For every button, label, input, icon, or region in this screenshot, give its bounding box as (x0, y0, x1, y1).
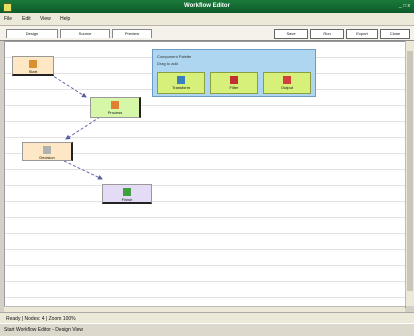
node-decision-label: Decision (39, 155, 55, 160)
tab-preview[interactable]: Preview (112, 29, 152, 38)
window-title: Workflow Editor (184, 3, 230, 9)
node-finish-label: Finish (121, 197, 133, 202)
close-button[interactable]: Close (380, 29, 410, 39)
node-process[interactable]: Process (90, 97, 141, 118)
window-controls[interactable]: _ □ x (399, 3, 410, 9)
palette-item-filter[interactable]: Filter (210, 72, 258, 94)
filter-icon (230, 76, 238, 84)
tab-design[interactable]: Design (6, 29, 58, 38)
node-decision[interactable]: Decision (22, 142, 73, 161)
node-start-label: Start (28, 69, 38, 74)
node-start[interactable]: Start (12, 56, 54, 76)
palette-item-label: Filter (229, 85, 239, 90)
tab-row: Design Source Preview Save Run Export Cl… (0, 26, 414, 41)
palette-item-label: Output (280, 85, 293, 90)
menu-edit[interactable]: Edit (22, 16, 31, 22)
taskbar: Start Workflow Editor - Design View (0, 323, 414, 336)
status-text: Ready | Nodes: 4 | Zoom 100% (6, 316, 76, 322)
decision-icon (43, 146, 51, 154)
taskbar-text[interactable]: Start Workflow Editor - Design View (4, 327, 83, 333)
export-button[interactable]: Export (346, 29, 378, 39)
finish-icon (123, 188, 131, 196)
window-titlebar: Workflow Editor _ □ x (0, 0, 414, 13)
transform-icon (177, 76, 185, 84)
palette-subtitle: Drag to add (157, 61, 178, 66)
palette-title: Component Palette (157, 54, 192, 59)
start-icon (29, 60, 37, 68)
run-button[interactable]: Run (310, 29, 344, 39)
node-finish[interactable]: Finish (102, 184, 152, 204)
menu-view[interactable]: View (40, 16, 51, 22)
node-process-label: Process (107, 110, 123, 115)
menu-bar: File Edit View Help (0, 13, 414, 26)
menu-file[interactable]: File (4, 16, 12, 22)
palette-item-output[interactable]: Output (263, 72, 311, 94)
vertical-scrollbar[interactable] (405, 41, 414, 306)
component-palette: Component Palette Drag to add Transform … (152, 49, 316, 97)
output-icon (283, 76, 291, 84)
save-button[interactable]: Save (274, 29, 308, 39)
palette-item-label: Transform (171, 85, 191, 90)
menu-help[interactable]: Help (60, 16, 70, 22)
vertical-scroll-thumb[interactable] (407, 51, 413, 291)
process-icon (111, 101, 119, 109)
tab-source[interactable]: Source (60, 29, 110, 38)
palette-item-transform[interactable]: Transform (157, 72, 205, 94)
